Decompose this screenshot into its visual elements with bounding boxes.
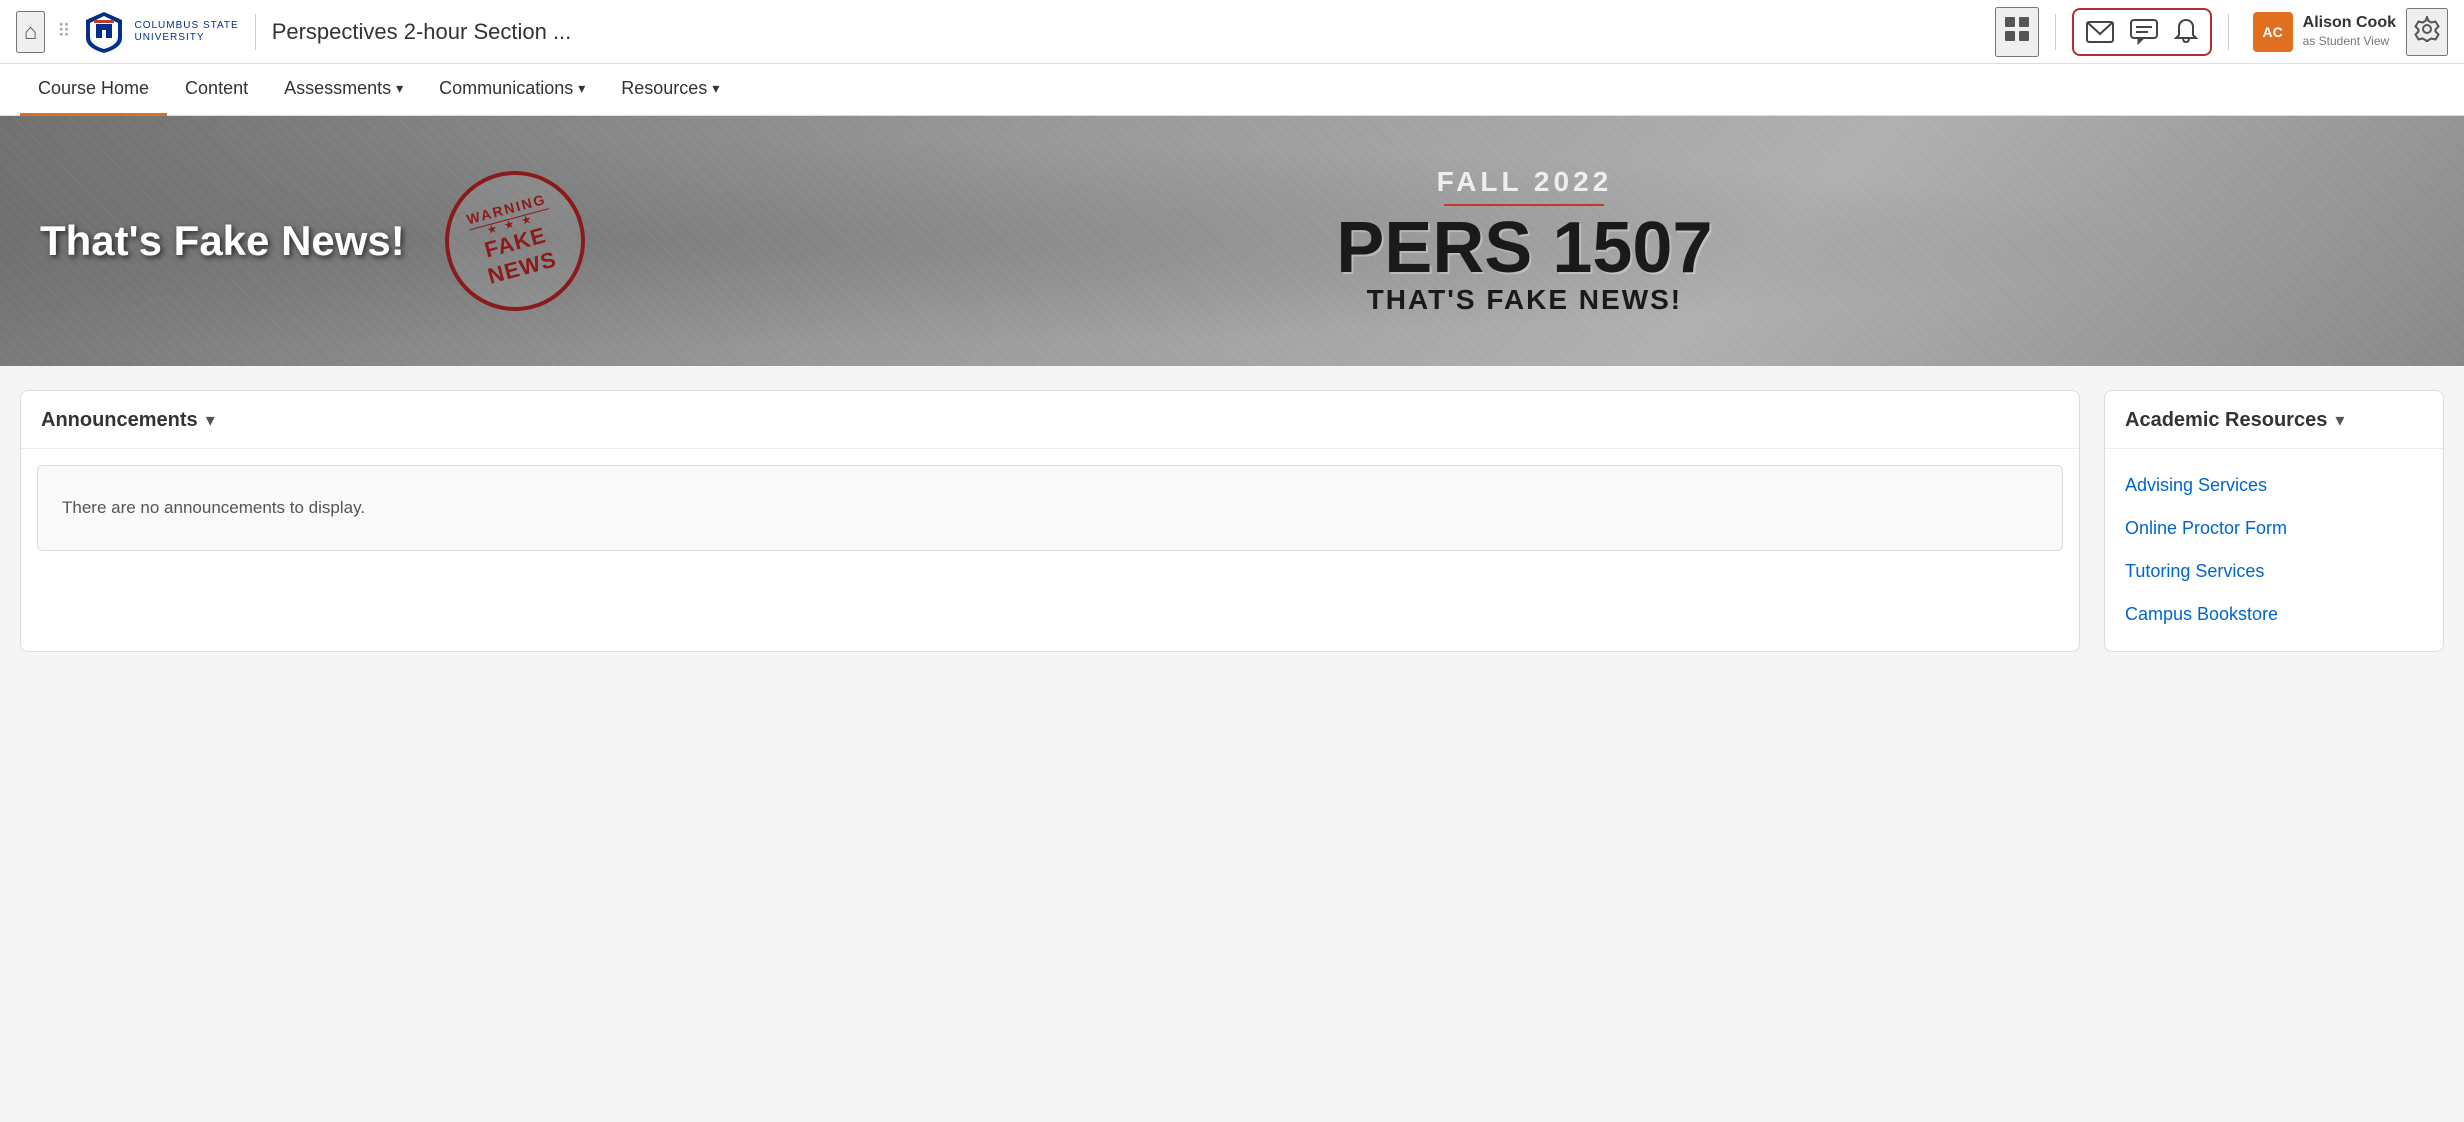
- fake-news-stamp: WARNING ★ ★ ★ FAKE NEWS: [429, 155, 600, 326]
- hero-fall-label: FALL 2022: [625, 166, 2424, 198]
- chat-icon: [2130, 19, 2158, 45]
- bell-icon: [2174, 18, 2198, 46]
- user-name: Alison Cook: [2303, 13, 2396, 34]
- resources-header: Academic Resources ▾: [2105, 391, 2443, 449]
- notification-icon-group: [2072, 8, 2212, 56]
- user-role: as Student View: [2303, 34, 2396, 50]
- announcements-header: Announcements ▾: [21, 391, 2079, 449]
- hero-right-content: FALL 2022 PERS 1507 THAT'S FAKE NEWS!: [625, 166, 2424, 316]
- hero-course-code: PERS 1507: [625, 212, 2424, 284]
- academic-resources-panel: Academic Resources ▾ Advising Services O…: [2104, 390, 2444, 652]
- gear-icon: [2414, 16, 2440, 42]
- divider-2: [2055, 14, 2056, 50]
- university-logo[interactable]: COLUMBUS STATE UNIVERSITY: [82, 10, 238, 54]
- resources-link-tutoring[interactable]: Tutoring Services: [2125, 551, 2423, 592]
- hero-content: That's Fake News! WARNING ★ ★ ★ FAKE NEW…: [0, 166, 2464, 316]
- grid-button[interactable]: [1995, 7, 2039, 57]
- divider-1: [255, 14, 256, 50]
- course-title: Perspectives 2-hour Section ...: [272, 19, 1983, 45]
- announcements-title: Announcements: [41, 409, 198, 432]
- announcements-empty-box: There are no announcements to display.: [37, 465, 2063, 551]
- hero-left-text: That's Fake News!: [40, 217, 405, 265]
- secondary-navigation: Course Home Content Assessments ▾ Commun…: [0, 64, 2464, 116]
- mail-button[interactable]: [2082, 17, 2118, 47]
- user-area: AC Alison Cook as Student View: [2253, 8, 2448, 56]
- resources-link-bookstore[interactable]: Campus Bookstore: [2125, 594, 2423, 635]
- settings-button[interactable]: [2406, 8, 2448, 56]
- resources-toggle[interactable]: ▾: [2335, 410, 2344, 431]
- mail-icon: [2086, 21, 2114, 43]
- avatar: AC: [2253, 12, 2293, 52]
- hero-divider-line: [1444, 204, 1604, 206]
- user-info: Alison Cook as Student View: [2303, 13, 2396, 49]
- nav-communications[interactable]: Communications ▾: [421, 64, 603, 116]
- top-navigation-bar: ⌂ ⠿ COLUMBUS STATE UNIVERSITY Perspectiv…: [0, 0, 2464, 64]
- nav-resources[interactable]: Resources ▾: [603, 64, 737, 116]
- resources-link-advising[interactable]: Advising Services: [2125, 465, 2423, 506]
- drag-handle: ⠿: [57, 21, 70, 42]
- resources-title: Academic Resources: [2125, 409, 2327, 432]
- grid-icon: [2003, 15, 2031, 43]
- hero-banner: That's Fake News! WARNING ★ ★ ★ FAKE NEW…: [0, 116, 2464, 366]
- home-button[interactable]: ⌂: [16, 11, 45, 53]
- nav-course-home[interactable]: Course Home: [20, 64, 167, 116]
- main-content: Announcements ▾ There are no announcemen…: [0, 366, 2464, 676]
- bell-button[interactable]: [2170, 14, 2202, 50]
- resources-link-proctor[interactable]: Online Proctor Form: [2125, 508, 2423, 549]
- chat-button[interactable]: [2126, 15, 2162, 49]
- hero-course-subtitle: THAT'S FAKE NEWS!: [625, 284, 2424, 316]
- announcements-toggle[interactable]: ▾: [206, 410, 215, 431]
- communications-caret: ▾: [578, 80, 585, 97]
- announcements-empty-text: There are no announcements to display.: [62, 498, 365, 517]
- nav-assessments[interactable]: Assessments ▾: [266, 64, 421, 116]
- nav-content[interactable]: Content: [167, 64, 266, 116]
- university-shield-icon: [82, 10, 126, 54]
- announcements-panel: Announcements ▾ There are no announcemen…: [20, 390, 2080, 652]
- resources-caret: ▾: [712, 80, 719, 97]
- university-name: COLUMBUS STATE UNIVERSITY: [134, 20, 238, 44]
- divider-3: [2228, 14, 2229, 50]
- assessments-caret: ▾: [396, 80, 403, 97]
- resources-links-list: Advising Services Online Proctor Form Tu…: [2105, 449, 2443, 651]
